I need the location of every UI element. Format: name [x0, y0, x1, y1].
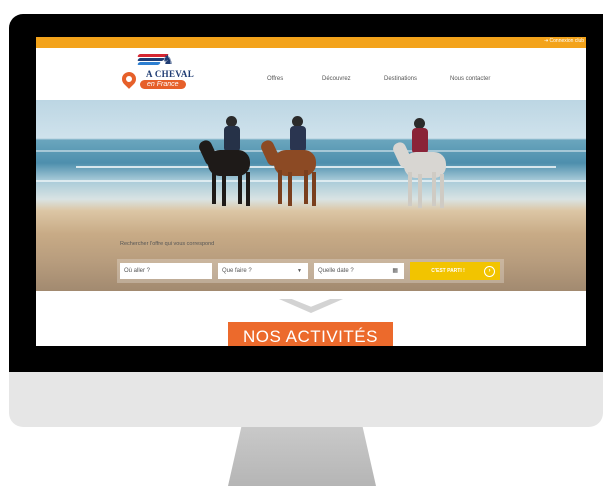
search-submit-button[interactable]: C'EST PARTI ! ›: [410, 262, 500, 280]
nav-contact[interactable]: Nous contacter: [450, 76, 490, 82]
site-header: ♞ A CHEVAL en France Offres Découvrez De…: [36, 48, 586, 100]
arrow-right-icon: ›: [484, 266, 495, 277]
login-link[interactable]: ⇥ Connexion club: [544, 38, 584, 44]
date-field[interactable]: Quelle date ? ▦: [314, 263, 404, 279]
brand-logo[interactable]: ♞ A CHEVAL en France: [119, 52, 204, 96]
wave-line: [76, 166, 556, 168]
date-placeholder: Quelle date ?: [318, 268, 354, 274]
scroll-down-chevron-icon[interactable]: [279, 299, 343, 313]
nav-destinations[interactable]: Destinations: [384, 76, 417, 82]
monitor-stand: [228, 427, 376, 486]
wave-line: [36, 180, 586, 182]
section-title: NOS ACTIVITÉS: [228, 322, 393, 346]
nav-decouvrez[interactable]: Découvrez: [322, 76, 351, 82]
horse-head-icon: ♞: [162, 52, 174, 67]
search-heading: Rechercher l'offre qui vous correspond: [120, 241, 215, 247]
where-placeholder: Où aller ?: [124, 268, 151, 274]
login-label: Connexion club: [549, 38, 584, 44]
what-placeholder: Que faire ?: [222, 268, 252, 274]
monitor-chin: [9, 372, 603, 427]
chevron-down-icon: ▼: [297, 268, 302, 274]
map-pin-icon: [119, 69, 139, 89]
brand-tagline: en France: [140, 80, 186, 89]
calendar-icon: ▦: [392, 268, 398, 274]
submit-label: C'EST PARTI !: [431, 268, 465, 274]
top-bar: ⇥ Connexion club: [36, 37, 586, 48]
brand-name: A CHEVAL: [146, 69, 194, 79]
nav-offres[interactable]: Offres: [267, 76, 283, 82]
where-field[interactable]: Où aller ?: [120, 263, 212, 279]
what-select[interactable]: Que faire ? ▼: [218, 263, 308, 279]
website-screen: ⇥ Connexion club ♞ A CHEVAL en France Of…: [36, 37, 586, 346]
login-icon: ⇥: [543, 38, 549, 44]
